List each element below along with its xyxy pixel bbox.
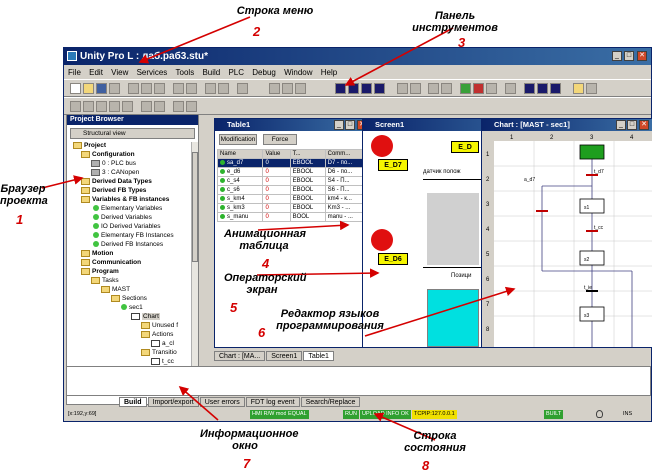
arrow-menu	[138, 16, 251, 64]
annotation-table-label: Анимационная таблица	[224, 228, 306, 252]
annotation-arrows	[41, 16, 516, 441]
annotation-menu-label: Строка меню	[236, 5, 314, 17]
annotation-toolbar-label: Панель инструментов	[412, 10, 498, 34]
annotation-screen-label: Операторский экран	[224, 272, 307, 296]
arrow-editor	[364, 286, 516, 337]
annotation-editor-label: Редактор языков программирования	[276, 308, 384, 332]
arrow-info	[178, 385, 219, 421]
annotation-info-num: 7	[243, 456, 251, 471]
annotation-screen-num: 5	[230, 300, 238, 315]
annotation-toolbar-num: 3	[458, 35, 466, 50]
annotation-info-label: Информационное окно	[200, 428, 299, 452]
annotation-browser-label: Браузер проекта	[0, 183, 48, 207]
annotation-browser-num: 1	[16, 212, 24, 227]
arrow-browser	[41, 175, 84, 189]
annotation-status-label: Строка состояния	[404, 430, 466, 454]
annotation-status-num: 8	[422, 458, 430, 473]
arrow-toolbar	[344, 27, 454, 86]
annotation-table-num: 4	[262, 256, 270, 271]
annotation-editor-num: 6	[258, 325, 266, 340]
annotation-menu-num: 2	[253, 24, 261, 39]
